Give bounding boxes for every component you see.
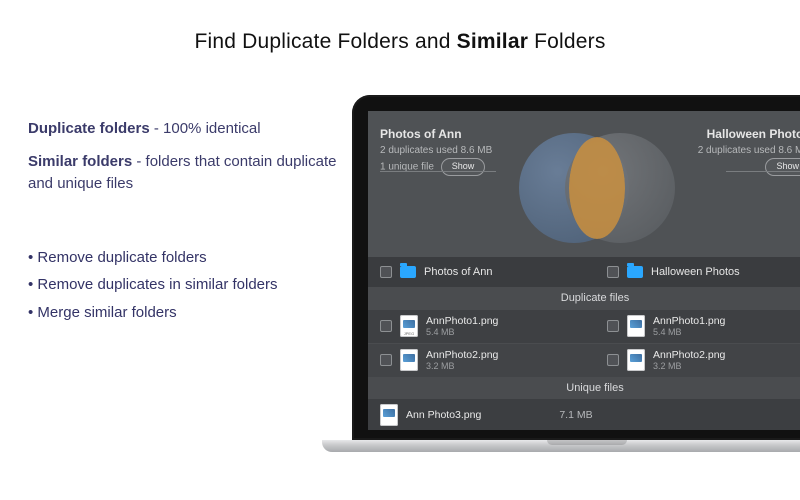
section-header-duplicate: Duplicate files: [368, 287, 800, 309]
venn-left-folder-name: Photos of Ann: [380, 125, 492, 143]
venn-diagram: [515, 125, 675, 249]
file-name: AnnPhoto1.png: [653, 315, 725, 328]
image-file-icon: [400, 315, 418, 337]
file-name: AnnPhoto2.png: [426, 349, 498, 362]
venn-panel: Photos of Ann 2 duplicates used 8.6 MB 1…: [368, 111, 800, 257]
file-cell-left: AnnPhoto2.png 3.2 MB: [368, 349, 595, 372]
venn-right-meta: 2 duplicates used 8.6 MB: [698, 143, 800, 158]
image-file-icon: [380, 404, 398, 426]
venn-intersection: [569, 137, 625, 239]
show-button[interactable]: Show: [765, 158, 800, 176]
definition-similar: Similar folders - folders that contain d…: [28, 151, 338, 196]
title-bold: Similar: [457, 30, 528, 53]
file-size: 5.4 MB: [653, 327, 725, 338]
file-name: AnnPhoto1.png: [426, 315, 498, 328]
folder-select-right: Halloween Photos: [595, 266, 800, 278]
venn-left-unique-line: 1 unique file Show: [380, 158, 492, 176]
checkbox[interactable]: [607, 354, 619, 366]
image-file-icon: [627, 315, 645, 337]
file-row[interactable]: AnnPhoto2.png 3.2 MB AnnPhoto2.png 3.2 M…: [368, 343, 800, 377]
laptop-bezel: Photos of Ann 2 duplicates used 8.6 MB 1…: [352, 95, 800, 440]
show-button[interactable]: Show: [441, 158, 486, 176]
file-name: Ann Photo3.png: [406, 409, 481, 421]
venn-left-meta: 2 duplicates used 8.6 MB: [380, 143, 492, 158]
image-file-icon: [627, 349, 645, 371]
file-size: 5.4 MB: [426, 327, 498, 338]
checkbox[interactable]: [607, 266, 619, 278]
venn-left-header: Photos of Ann 2 duplicates used 8.6 MB 1…: [380, 125, 492, 176]
venn-right-folder-name: Halloween Photos: [698, 125, 800, 143]
definition-duplicate-label: Duplicate folders: [28, 120, 150, 137]
definition-duplicate-desc: - 100% identical: [150, 120, 261, 137]
title-pre: Find Duplicate Folders and: [194, 30, 456, 53]
file-cell-left: AnnPhoto1.png 5.4 MB: [368, 315, 595, 338]
image-file-icon: [400, 349, 418, 371]
section-header-unique: Unique files: [368, 377, 800, 399]
checkbox[interactable]: [380, 320, 392, 332]
folder-select-row: Photos of Ann Halloween Photos: [368, 257, 800, 287]
definition-similar-label: Similar folders: [28, 153, 132, 170]
definition-duplicate: Duplicate folders - 100% identical: [28, 118, 338, 141]
file-row[interactable]: AnnPhoto1.png 5.4 MB AnnPhoto1.png 5.4 M…: [368, 309, 800, 343]
bullet-item: • Merge similar folders: [28, 299, 338, 327]
checkbox[interactable]: [380, 266, 392, 278]
venn-right-header: Halloween Photos 2 duplicates used 8.6 M…: [698, 125, 800, 176]
title-post: Folders: [528, 30, 605, 53]
folder-name-label: Halloween Photos: [651, 266, 740, 278]
bullet-item: • Remove duplicate folders: [28, 244, 338, 272]
folder-icon: [627, 266, 643, 278]
connector-line: [726, 171, 800, 172]
file-cell-right: AnnPhoto2.png 3.2 MB: [595, 349, 800, 372]
file-cell-right: AnnPhoto1.png 5.4 MB: [595, 315, 800, 338]
file-size: 3.2 MB: [653, 361, 725, 372]
folder-icon: [400, 266, 416, 278]
app-screen: Photos of Ann 2 duplicates used 8.6 MB 1…: [368, 111, 800, 430]
unique-file-row[interactable]: Ann Photo3.png 7.1 MB: [368, 399, 800, 430]
laptop-mockup: Photos of Ann 2 duplicates used 8.6 MB 1…: [352, 95, 800, 500]
checkbox[interactable]: [607, 320, 619, 332]
file-name: AnnPhoto2.png: [653, 349, 725, 362]
description-column: Duplicate folders - 100% identical Simil…: [28, 118, 338, 327]
folder-select-left: Photos of Ann: [368, 266, 595, 278]
connector-line: [380, 171, 496, 172]
folder-name-label: Photos of Ann: [424, 266, 493, 278]
file-size: 3.2 MB: [426, 361, 498, 372]
file-size: 7.1 MB: [559, 409, 592, 421]
feature-bullets: • Remove duplicate folders • Remove dupl…: [28, 244, 338, 327]
page-title: Find Duplicate Folders and Similar Folde…: [0, 0, 800, 54]
bullet-item: • Remove duplicates in similar folders: [28, 271, 338, 299]
checkbox[interactable]: [380, 354, 392, 366]
venn-right-show-line: Show: [698, 158, 800, 176]
laptop-base: [322, 440, 800, 452]
